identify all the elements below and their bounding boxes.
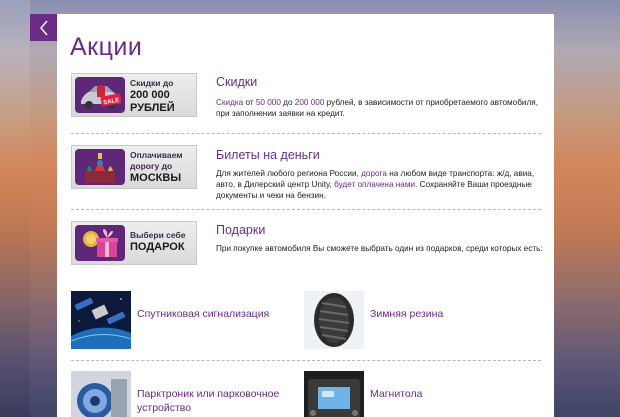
gift-label: Спутниковая сигнализация bbox=[137, 308, 270, 320]
page-title: Акции bbox=[70, 33, 143, 61]
promo-desc-discounts: Скидка от 50 000 до 200 000 рублей, в за… bbox=[216, 98, 538, 118]
promo-link[interactable]: 50 000 bbox=[256, 98, 281, 107]
gift-label: Парктроник или парковочное устройство bbox=[137, 388, 280, 414]
badge-line2: 200 000 bbox=[130, 89, 170, 101]
promo-title-tickets[interactable]: Билеты на деньги bbox=[216, 148, 320, 162]
promo-gifts: Выбери себе ПОДАРОК Подарки При покупке … bbox=[71, 221, 543, 271]
promo-desc-tickets: Для жителей любого региона России, дорог… bbox=[216, 169, 535, 200]
back-button[interactable] bbox=[30, 14, 57, 41]
chevron-left-icon bbox=[39, 20, 48, 35]
badge-line2: ПОДАРОК bbox=[130, 241, 185, 253]
promo-badge-gifts[interactable]: Выбери себе ПОДАРОК bbox=[71, 221, 197, 265]
promo-desc-gifts: При покупке автомобиля Вы сможете выбрат… bbox=[216, 244, 543, 253]
gift-item-satellite[interactable]: Спутниковая сигнализация bbox=[71, 291, 301, 351]
promotions-panel: Акции SALE Скидки до 200 000 РУБЛЕЙ Скид… bbox=[57, 14, 554, 417]
gift-label: Магнитола bbox=[370, 388, 423, 400]
promo-badge-discounts[interactable]: SALE Скидки до 200 000 РУБЛЕЙ bbox=[71, 73, 197, 117]
promo-badge-tickets[interactable]: Оплачиваем дорогу до МОСКВЫ bbox=[71, 145, 197, 189]
promo-link[interactable]: Скидка bbox=[216, 98, 243, 107]
gift-item-parking-sensor[interactable]: Парктроник или парковочное устройство bbox=[71, 371, 301, 417]
badge-line3: МОСКВЫ bbox=[130, 172, 182, 184]
badge-line2: дорогу до bbox=[130, 161, 173, 171]
promo-title-gifts[interactable]: Подарки bbox=[216, 223, 265, 237]
promo-link[interactable]: будет оплачена нами bbox=[334, 180, 415, 189]
car-sale-icon: SALE bbox=[75, 77, 125, 113]
badge-line1: Скидки до bbox=[130, 78, 174, 88]
background-overlay bbox=[0, 0, 30, 417]
promo-discounts: SALE Скидки до 200 000 РУБЛЕЙ Скидки Ски… bbox=[71, 73, 541, 123]
promo-title-discounts[interactable]: Скидки bbox=[216, 75, 257, 89]
car-stereo-icon bbox=[304, 371, 364, 417]
promo-link[interactable]: 200 000 bbox=[295, 98, 325, 107]
badge-line3: РУБЛЕЙ bbox=[130, 102, 175, 114]
satellite-icon bbox=[71, 291, 131, 349]
gift-label: Зимняя резина bbox=[370, 308, 444, 320]
gift-item-car-stereo[interactable]: Магнитола bbox=[304, 371, 534, 417]
gift-box-icon bbox=[75, 225, 125, 261]
gift-item-winter-tires[interactable]: Зимняя резина bbox=[304, 291, 534, 351]
parking-sensor-icon bbox=[71, 371, 131, 417]
promo-link[interactable]: дорога bbox=[361, 169, 387, 178]
badge-line1: Оплачиваем bbox=[130, 150, 183, 160]
divider bbox=[71, 209, 541, 210]
kremlin-icon bbox=[75, 149, 125, 185]
divider bbox=[71, 360, 541, 361]
tire-icon bbox=[304, 291, 364, 349]
divider bbox=[71, 133, 541, 134]
promo-tickets: Оплачиваем дорогу до МОСКВЫ Билеты на де… bbox=[71, 145, 541, 200]
badge-line1: Выбери себе bbox=[130, 230, 186, 240]
